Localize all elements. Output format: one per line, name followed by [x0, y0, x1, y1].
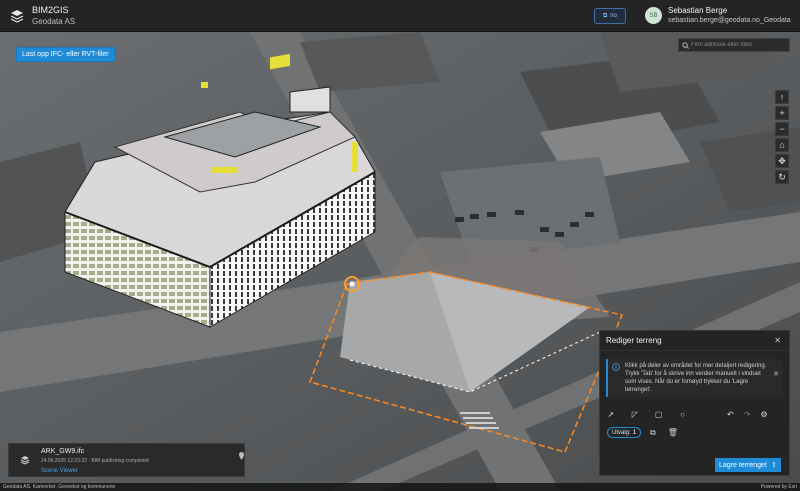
pan-icon[interactable]: ✥ — [775, 154, 789, 168]
user-info[interactable]: Sebastian Berge sebastian.berge@geodata.… — [668, 6, 791, 26]
polygon-icon[interactable]: ◸ — [630, 407, 640, 421]
save-terrain-label: Lagre terrenget — [719, 461, 767, 469]
user-name: Sebastian Berge — [668, 6, 728, 15]
redo-icon[interactable]: ↷ — [742, 407, 752, 421]
language-button[interactable]: ⧉ no — [594, 8, 626, 24]
rotate-handle-center — [349, 281, 355, 287]
attribution-bar: Geodata AS, Kartverket, Geovekst og komm… — [0, 483, 800, 491]
save-terrain-button[interactable]: Lagre terrenget ⇪ — [715, 458, 781, 472]
search-input[interactable] — [691, 42, 787, 48]
file-card: ARK_GW9.ifc 24.06.2025 12:23:22 · BIM pu… — [8, 443, 245, 477]
terrain-edit-panel: Rediger terreng ✕ Klikk på deler av områ… — [599, 330, 790, 476]
info-notice: Klikk på deler av området for mer detalj… — [606, 359, 783, 397]
home-icon[interactable]: ⌂ — [775, 138, 789, 152]
selection-badge[interactable]: Utvalg: 1 — [607, 427, 642, 438]
panel-header: Rediger terreng ✕ — [600, 331, 789, 351]
zoom-in-icon[interactable]: + — [775, 106, 789, 120]
location-pin-icon[interactable] — [239, 452, 244, 460]
org-name: Geodata AS — [32, 16, 76, 26]
search-icon — [679, 41, 691, 49]
select-arrow-icon[interactable]: ➚ — [606, 407, 616, 421]
drawing-tools: ➚ ◸ ▢ ○ ↶ ↷ ⚙ — [600, 407, 789, 421]
panel-title: Rediger terreng — [606, 336, 662, 345]
layers-icon — [20, 456, 30, 465]
delete-icon[interactable]: 🗑 — [668, 428, 678, 437]
selection-label: Utvalg: — [612, 429, 631, 436]
close-notice-icon[interactable]: ✕ — [773, 370, 779, 378]
selection-row: Utvalg: 1 ⧉ 🗑 — [600, 427, 789, 438]
rectangle-icon[interactable]: ▢ — [654, 407, 664, 421]
user-email: sebastian.berge@geodata.no_Geodata — [668, 17, 791, 24]
powered-by-text[interactable]: Powered by Esri — [761, 484, 797, 490]
language-label: no — [610, 13, 617, 19]
info-text: Klikk på deler av området for mer detalj… — [625, 363, 767, 393]
app-root: BIM2GIS Geodata AS ⧉ no SB Sebastian Ber… — [0, 0, 800, 491]
scene-viewer-link[interactable]: Scene Viewer — [41, 468, 78, 474]
upload-files-button[interactable]: Last opp IFC- eller RVT-filer — [16, 47, 115, 62]
info-icon — [612, 363, 620, 371]
layers-logo-icon — [10, 9, 24, 23]
circle-icon[interactable]: ○ — [678, 407, 688, 421]
navigation-tools: ↑ + − ⌂ ✥ ↻ — [775, 90, 789, 184]
rotate-icon[interactable]: ↻ — [775, 170, 789, 184]
selection-count: 1 — [632, 429, 637, 436]
duplicate-icon[interactable]: ⧉ — [650, 428, 656, 438]
file-meta: 24.06.2025 12:23:22 · BIM publishing com… — [41, 458, 149, 464]
close-panel-icon[interactable]: ✕ — [774, 336, 781, 345]
undo-icon[interactable]: ↶ — [725, 407, 735, 421]
file-name: ARK_GW9.ifc — [41, 448, 85, 455]
attribution-text: Geodata AS, Kartverket, Geovekst og komm… — [3, 484, 116, 490]
compass-icon[interactable]: ↑ — [775, 90, 789, 104]
nearby-building — [300, 32, 440, 92]
zoom-out-icon[interactable]: − — [775, 122, 789, 136]
top-bar: BIM2GIS Geodata AS ⧉ no SB Sebastian Ber… — [0, 0, 800, 32]
translate-icon: ⧉ — [603, 12, 608, 19]
settings-gear-icon[interactable]: ⚙ — [759, 407, 769, 421]
brand: BIM2GIS Geodata AS — [32, 5, 75, 27]
app-title: BIM2GIS — [32, 4, 69, 15]
cloud-upload-icon: ⇪ — [770, 462, 777, 469]
search-box[interactable] — [678, 38, 790, 52]
avatar[interactable]: SB — [645, 7, 662, 24]
